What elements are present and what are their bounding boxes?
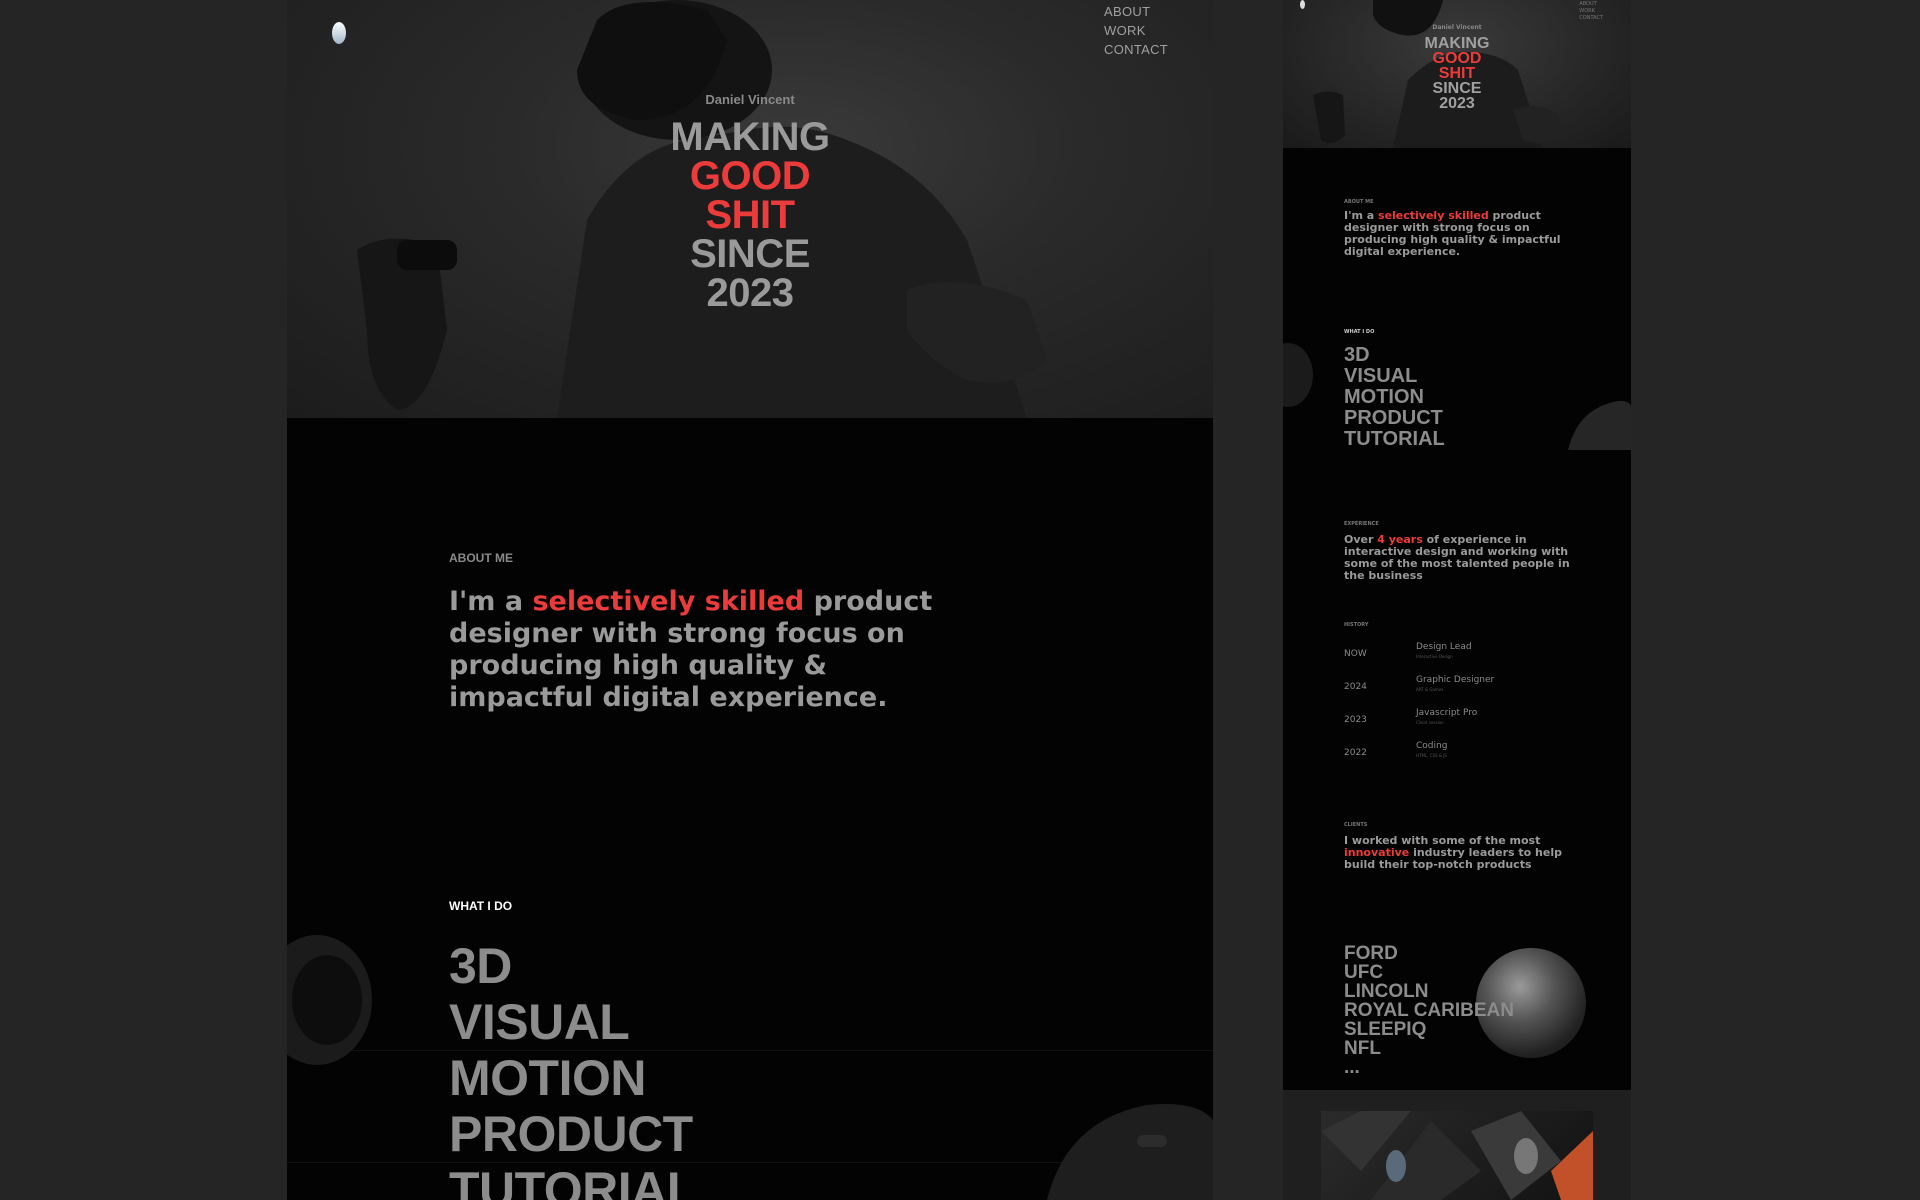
history-row: NOW Design Lead Interactive Design (1344, 642, 1584, 672)
hero-line: 2023 (1439, 95, 1475, 112)
history-sub: Client session (1416, 720, 1444, 725)
about-label: ABOUT ME (449, 551, 513, 565)
history-role: Coding (1416, 741, 1448, 751)
history-year: NOW (1344, 649, 1367, 659)
service-item: PRODUCT (449, 1106, 693, 1162)
client-item: LINCOLN (1344, 981, 1429, 1002)
mobile-clients-label: CLIENTS (1344, 822, 1368, 828)
history-year: 2024 (1344, 682, 1367, 692)
nav-contact[interactable]: CONTACT (1104, 42, 1168, 57)
divider (287, 1050, 1213, 1051)
client-item: FORD (1344, 943, 1398, 964)
mobile-about-text: I'm a selectively skilled product design… (1344, 210, 1584, 258)
main-nav: ABOUT WORK CONTACT (1104, 4, 1168, 57)
logo[interactable] (332, 22, 346, 44)
service-item: TUTORIAL (449, 1162, 697, 1200)
hero-line: 2023 (706, 271, 794, 315)
client-item: SLEEPIQ (1344, 1019, 1427, 1040)
mobile-clients-text: I worked with some of the most innovativ… (1344, 835, 1584, 871)
history-role: Graphic Designer (1416, 675, 1495, 685)
service-item: TUTORIAL (1344, 428, 1445, 450)
lens-3d-object (287, 935, 372, 1065)
history-sub: ART & Games (1416, 687, 1444, 692)
nav-about[interactable]: ABOUT (1579, 1, 1603, 7)
hero-line-accent: GOOD (1432, 50, 1482, 67)
service-item: MOTION (449, 1050, 646, 1106)
client-item: NFL (1344, 1038, 1381, 1059)
mobile-experience-text: Over 4 years of experience in interactiv… (1344, 534, 1584, 582)
client-item: UFC (1344, 962, 1384, 983)
mobile-experience-label: EXPERIENCE (1344, 521, 1379, 527)
mobile-hero-section: ABOUT WORK CONTACT Daniel Vincent MAKING… (1283, 0, 1631, 148)
mobile-history-label: HISTORY (1344, 622, 1369, 628)
history-row: 2023 Javascript Pro Client session (1344, 708, 1584, 738)
service-item: 3D (1344, 344, 1370, 366)
about-text-pre: I'm a (449, 586, 533, 617)
mobile-services-list: 3D VISUAL MOTION PRODUCT TUTORIAL (1344, 345, 1445, 450)
nav-about[interactable]: ABOUT (1104, 4, 1168, 19)
hero-name: Daniel Vincent (705, 92, 795, 107)
hero-line-accent: SHIT (1438, 65, 1476, 82)
service-item: 3D (449, 938, 512, 994)
history-row: 2024 Graphic Designer ART & Games (1344, 675, 1584, 705)
nav-work[interactable]: WORK (1104, 23, 1168, 38)
product-gallery[interactable] (1321, 1111, 1593, 1200)
history-row: 2022 Coding HTML, CSS & JS (1344, 741, 1584, 771)
mobile-nav: ABOUT WORK CONTACT (1579, 1, 1603, 21)
client-item: ... (1344, 1057, 1360, 1078)
hero-section: ABOUT WORK CONTACT Daniel Vincent MAKING… (287, 0, 1213, 418)
mouse-3d-object (1047, 1104, 1213, 1200)
lens-3d-object (1283, 343, 1313, 407)
mobile-hero-name: Daniel Vincent (1432, 24, 1482, 31)
history-role: Javascript Pro (1416, 708, 1478, 718)
mouse-3d-object (1568, 400, 1631, 450)
hero-line: MAKING (670, 115, 830, 159)
service-item: VISUAL (449, 994, 630, 1050)
hero-line: SINCE (690, 232, 810, 276)
hero-line-accent: SHIT (705, 193, 795, 237)
history-year: 2023 (1344, 715, 1367, 725)
about-text-highlight: selectively skilled (532, 586, 805, 617)
service-item: PRODUCT (1344, 407, 1443, 429)
mobile-services-label: WHAT I DO (1344, 329, 1375, 335)
mobile-logo[interactable] (1300, 0, 1305, 9)
services-list: 3D VISUAL MOTION PRODUCT TUTORIAL (449, 938, 697, 1200)
history-sub: HTML, CSS & JS (1416, 753, 1447, 758)
hero-line: SINCE (1432, 80, 1482, 97)
mobile-preview: ABOUT WORK CONTACT Daniel Vincent MAKING… (1283, 0, 1631, 1200)
gallery-image (1321, 1111, 1593, 1200)
hero-line: MAKING (1424, 35, 1490, 52)
history-year: 2022 (1344, 748, 1367, 758)
services-label: WHAT I DO (449, 899, 513, 913)
history-sub: Interactive Design (1416, 654, 1453, 659)
hero-line-accent: GOOD (689, 154, 811, 198)
mobile-about-label: ABOUT ME (1344, 199, 1374, 205)
about-text: I'm a selectively skilled product design… (449, 586, 969, 714)
hero-title: MAKING GOOD SHIT SINCE 2023 (287, 115, 1213, 315)
desktop-preview: ABOUT WORK CONTACT Daniel Vincent MAKING… (287, 0, 1213, 1200)
nav-contact[interactable]: CONTACT (1579, 15, 1603, 21)
mobile-clients-list: FORD UFC LINCOLN ROYAL CARIBEAN SLEEPIQ … (1344, 944, 1514, 1077)
nav-work[interactable]: WORK (1579, 8, 1603, 14)
mobile-hero-title: MAKING GOOD SHIT SINCE 2023 (1283, 35, 1631, 112)
service-item: MOTION (1344, 386, 1424, 408)
client-item: ROYAL CARIBEAN (1344, 1000, 1514, 1021)
service-item: VISUAL (1344, 365, 1418, 387)
history-role: Design Lead (1416, 642, 1472, 652)
